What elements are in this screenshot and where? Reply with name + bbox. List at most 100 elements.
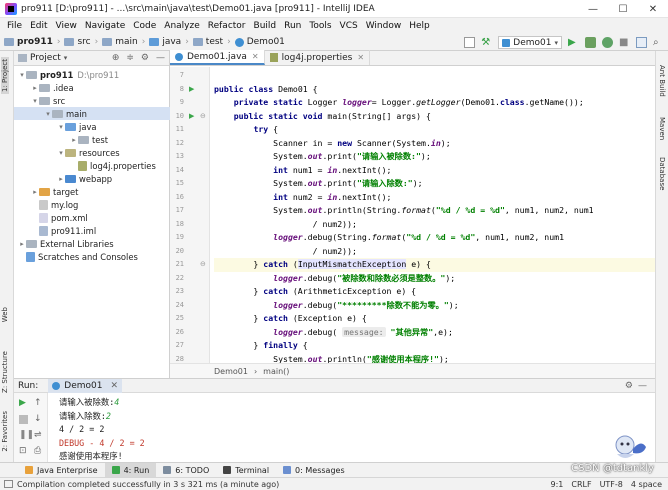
menu-build[interactable]: Build — [250, 21, 281, 31]
pause-icon[interactable]: ❚❚ — [19, 431, 34, 440]
chevron-down-icon[interactable]: ▾ — [64, 54, 68, 62]
project-tool-button[interactable]: 1: Project — [1, 57, 9, 94]
pin-icon[interactable]: ⊡ — [19, 447, 28, 456]
fold-icon[interactable]: ⊖ — [200, 112, 206, 120]
chevron-right-icon[interactable]: ▸ — [18, 240, 26, 248]
tree-item-test[interactable]: ▸ test — [14, 133, 170, 146]
print-icon[interactable]: ⎙ — [34, 447, 43, 456]
gear-icon[interactable]: ⚙ — [625, 381, 633, 391]
tree-item-pro911[interactable]: ▾ pro911 D:\pro911 — [14, 68, 170, 81]
tree-item-webapp[interactable]: ▸ webapp — [14, 172, 170, 185]
code-editor[interactable]: public class Demo01 { private static Log… — [210, 67, 655, 363]
breadcrumb-pro911[interactable]: pro911 › — [0, 37, 60, 47]
gear-icon[interactable]: ⚙ — [141, 53, 149, 63]
chevron-right-icon[interactable]: ▸ — [57, 175, 65, 183]
maven-tool-button[interactable]: Maven — [658, 117, 666, 140]
close-icon[interactable]: ✕ — [357, 53, 364, 62]
tree-item-src[interactable]: ▾ src — [14, 94, 170, 107]
tree-item-target[interactable]: ▸ target — [14, 185, 170, 198]
tree-item-pom-xml[interactable]: pom.xml — [14, 211, 170, 224]
tree-item-scratches-and-consoles[interactable]: Scratches and Consoles — [14, 250, 170, 263]
fold-icon[interactable]: ⊖ — [200, 260, 206, 268]
tree-item-java[interactable]: ▾ java — [14, 120, 170, 133]
tab-messages[interactable]: 0: Messages — [276, 463, 352, 478]
breadcrumb-demo01[interactable]: Demo01 — [231, 37, 285, 47]
menu-view[interactable]: View — [52, 21, 81, 31]
scroll-down-icon[interactable]: ↓ — [34, 415, 43, 424]
ant-build-tool-button[interactable]: Ant Build — [658, 65, 666, 97]
chevron-down-icon[interactable]: ▾ — [31, 97, 39, 105]
chevron-down-icon[interactable]: ▾ — [18, 71, 26, 79]
collapse-icon[interactable]: ≑ — [126, 53, 134, 63]
tree-item-log4j-properties[interactable]: log4j.properties — [14, 159, 170, 172]
chevron-down-icon[interactable]: ▾ — [57, 123, 65, 131]
tree-item-idea[interactable]: ▸ .idea — [14, 81, 170, 94]
search-icon[interactable]: ⌕ — [653, 37, 664, 48]
caret-position[interactable]: 9:1 — [550, 480, 563, 489]
tree-item-external-libraries[interactable]: ▸ External Libraries — [14, 237, 170, 250]
file-encoding[interactable]: UTF-8 — [600, 480, 623, 489]
tab-terminal[interactable]: Terminal — [216, 463, 276, 478]
stop-icon[interactable] — [19, 415, 28, 424]
tree-item-my-log[interactable]: my.log — [14, 198, 170, 211]
menu-navigate[interactable]: Navigate — [81, 21, 129, 31]
line-number-gutter[interactable]: 7 8 ▶ 9 10 ▶ ⊖ 11 12 13 14 15 16 17 18 19 20 21 ⊖ 22 23 24 25 2… — [170, 67, 210, 363]
rerun-icon[interactable]: ▶ — [19, 399, 28, 408]
menu-file[interactable]: File — [3, 21, 26, 31]
menu-window[interactable]: Window — [362, 21, 406, 31]
menu-vcs[interactable]: VCS — [336, 21, 362, 31]
status-message[interactable]: Compilation completed successfully in 3 … — [17, 480, 279, 489]
minimize-button[interactable]: — — [578, 0, 608, 18]
breadcrumb-class[interactable]: Demo01 — [214, 367, 248, 376]
menu-tools[interactable]: Tools — [305, 21, 335, 31]
tab-java-enterprise[interactable]: Java Enterprise — [18, 463, 105, 478]
project-panel-title[interactable]: Project — [30, 53, 61, 63]
menu-analyze[interactable]: Analyze — [160, 21, 203, 31]
locate-icon[interactable]: ⊕ — [112, 53, 120, 63]
chevron-right-icon[interactable]: ▸ — [31, 84, 39, 92]
coverage-icon[interactable] — [602, 37, 613, 48]
web-tool-button[interactable]: Web — [1, 307, 9, 322]
breadcrumb-src[interactable]: src › — [60, 37, 98, 47]
run-gutter-icon[interactable]: ▶ — [189, 85, 194, 93]
tree-item-pro911-iml[interactable]: pro911.iml — [14, 224, 170, 237]
breadcrumb-main[interactable]: main › — [98, 37, 145, 47]
stop-icon[interactable]: ■ — [619, 37, 630, 48]
scroll-up-icon[interactable]: ↑ — [34, 399, 43, 408]
structure-tool-button[interactable]: Z: Structure — [1, 351, 9, 393]
chevron-down-icon[interactable]: ▾ — [57, 149, 65, 157]
chevron-right-icon[interactable]: ▸ — [70, 136, 78, 144]
build-hammer-icon[interactable]: ⚒ — [481, 37, 492, 48]
breadcrumb-test[interactable]: test › — [189, 37, 231, 47]
tab-run[interactable]: 4: Run — [104, 462, 157, 478]
breadcrumb-java[interactable]: java › — [145, 37, 189, 47]
run-configuration-select[interactable]: Demo01 ▾ — [498, 36, 562, 49]
project-settings-icon[interactable] — [636, 37, 647, 48]
tab-demo01-java[interactable]: Demo01.java ✕ — [170, 50, 265, 65]
window-layout-icon[interactable] — [4, 480, 13, 488]
menu-run[interactable]: Run — [280, 21, 305, 31]
run-gutter-icon[interactable]: ▶ — [189, 112, 194, 120]
console-output[interactable]: 请输入被除数:4 请输入除数:2 4 / 2 = 2 DEBUG - 4 / 2 = … — [56, 393, 646, 463]
debug-icon[interactable] — [585, 37, 596, 48]
tab-log4j-properties[interactable]: log4j.properties ✕ — [265, 50, 371, 65]
maximize-button[interactable]: ☐ — [608, 0, 638, 18]
hide-icon[interactable]: — — [638, 381, 647, 391]
close-button[interactable]: ✕ — [638, 0, 668, 18]
line-separator[interactable]: CRLF — [571, 480, 591, 489]
project-structure-icon[interactable] — [464, 37, 476, 48]
chevron-right-icon[interactable]: ▸ — [31, 188, 39, 196]
hide-icon[interactable]: — — [156, 53, 165, 63]
tree-item-resources[interactable]: ▾ resources — [14, 146, 170, 159]
database-tool-button[interactable]: Database — [658, 157, 666, 190]
tree-item-main[interactable]: ▾ main — [14, 107, 170, 120]
chevron-down-icon[interactable]: ▾ — [44, 110, 52, 118]
menu-refactor[interactable]: Refactor — [204, 21, 250, 31]
indent-setting[interactable]: 4 space — [631, 480, 662, 489]
tab-todo[interactable]: 6: TODO — [156, 463, 216, 478]
close-icon[interactable]: ✕ — [252, 52, 259, 61]
breadcrumb-method[interactable]: main() — [263, 367, 289, 376]
soft-wrap-icon[interactable]: ⇌ — [34, 431, 43, 440]
menu-help[interactable]: Help — [405, 21, 434, 31]
favorites-tool-button[interactable]: 2: Favorites — [1, 411, 9, 452]
